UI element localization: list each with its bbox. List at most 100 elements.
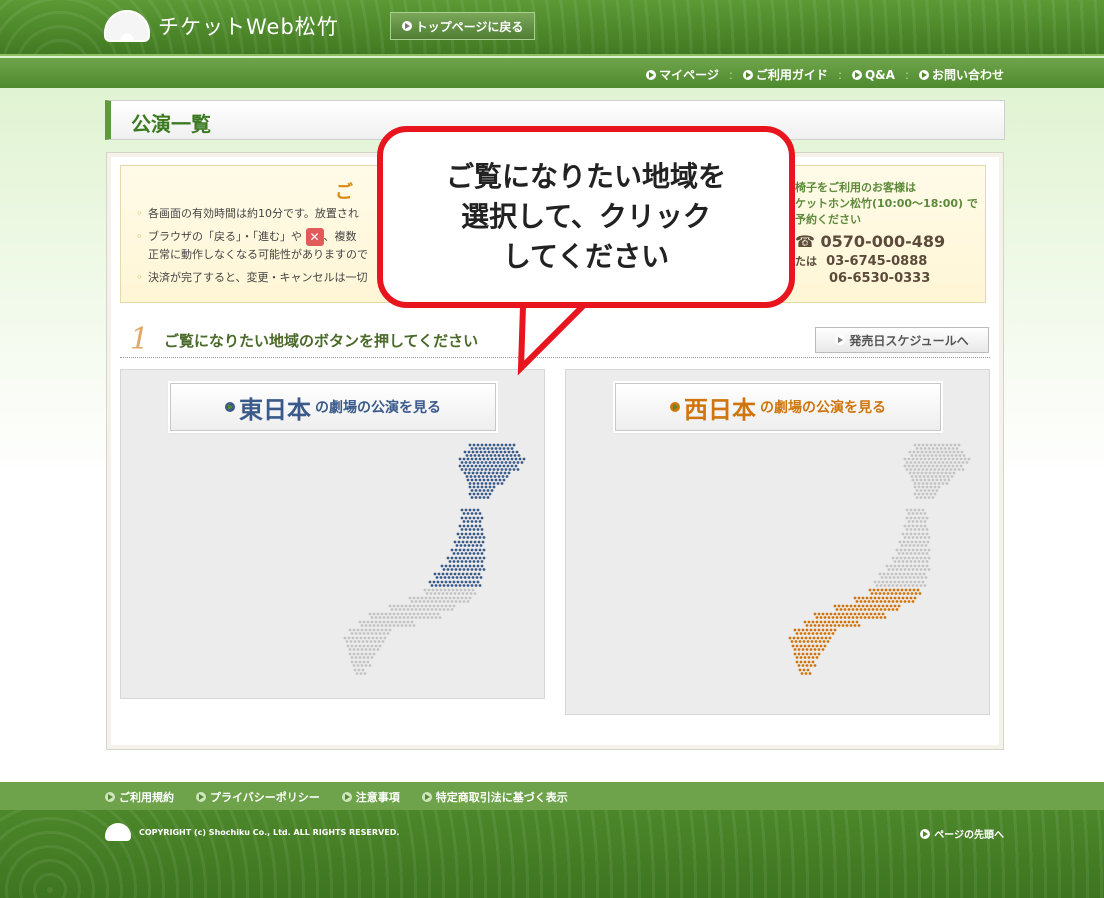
map-dot <box>898 592 902 595</box>
nav-guide[interactable]: ご利用ガイド <box>742 66 828 83</box>
map-dot <box>901 580 905 584</box>
map-dot <box>911 584 915 587</box>
map-dot <box>392 612 396 616</box>
map-dot <box>468 516 472 520</box>
map-dot <box>801 628 805 632</box>
map-dot <box>472 564 476 568</box>
map-dot <box>370 656 374 659</box>
map-dot <box>915 489 919 492</box>
map-dot <box>480 468 484 471</box>
map-dot <box>494 457 498 461</box>
map-dot <box>468 443 472 447</box>
map-dot <box>497 454 501 457</box>
map-dot <box>815 656 819 659</box>
map-dot <box>897 596 901 600</box>
footer-link-privacy[interactable]: プライバシーポリシー <box>196 789 320 805</box>
map-dot <box>468 532 472 536</box>
map-dot <box>445 592 449 595</box>
map-dot <box>478 584 482 587</box>
map-dot <box>432 604 436 608</box>
map-dot <box>486 478 490 482</box>
map-dot <box>802 668 806 672</box>
map-dot <box>813 624 817 627</box>
map-dot <box>835 616 839 619</box>
map-dot <box>927 536 931 539</box>
map-dot <box>903 556 907 560</box>
map-dot <box>905 580 909 584</box>
map-dot <box>490 489 494 492</box>
west-japan-map[interactable] <box>775 440 985 690</box>
map-dot <box>792 636 796 640</box>
east-japan-button[interactable]: 東日本 の劇場の公演を見る <box>170 383 496 431</box>
map-dot <box>917 580 921 584</box>
map-dot <box>889 596 893 600</box>
map-dot <box>921 482 925 485</box>
map-dot <box>392 624 396 627</box>
map-dot <box>503 471 507 475</box>
map-dot <box>928 471 932 475</box>
map-dot <box>404 624 408 627</box>
nav-contact[interactable]: お問い合わせ <box>918 66 1004 83</box>
map-dot <box>394 608 398 611</box>
map-dot <box>948 471 952 475</box>
nav-mypage[interactable]: マイページ <box>646 66 719 83</box>
map-dot <box>432 596 436 600</box>
page-top-link[interactable]: ページの先頭へ <box>920 826 1004 841</box>
map-dot <box>462 600 466 603</box>
back-to-top-page-button[interactable]: トップページに戻る <box>390 12 535 40</box>
map-dot <box>480 532 484 536</box>
map-dot <box>489 475 493 478</box>
nav-qa[interactable]: Q&A <box>851 66 895 83</box>
map-dot <box>496 443 500 447</box>
map-dot <box>921 461 925 464</box>
map-dot <box>921 516 925 520</box>
map-dot <box>881 612 885 616</box>
map-dot <box>469 592 473 595</box>
map-dot <box>374 616 378 619</box>
map-dot <box>847 616 851 619</box>
map-dot <box>809 652 813 656</box>
footer-link-commerce-law[interactable]: 特定商取引法に基づく表示 <box>421 789 568 805</box>
map-dot <box>837 612 841 616</box>
release-schedule-button[interactable]: 発売日スケジュールへ <box>815 327 989 353</box>
map-dot <box>472 532 476 536</box>
west-japan-button[interactable]: 西日本 の劇場の公演を見る <box>615 383 941 431</box>
map-dot <box>923 584 927 587</box>
map-dot <box>933 482 937 485</box>
map-dot <box>492 461 496 464</box>
map-dot <box>823 616 827 619</box>
map-dot <box>398 608 402 611</box>
site-logo[interactable]: チケットWeb松竹 <box>104 10 339 42</box>
map-dot <box>380 624 384 627</box>
map-dot <box>486 464 490 468</box>
east-japan-map[interactable] <box>330 440 540 690</box>
map-dot <box>861 612 865 616</box>
map-dot <box>903 584 907 587</box>
map-dot <box>475 576 479 579</box>
map-dot <box>914 592 918 595</box>
map-dot <box>917 528 921 531</box>
map-dot <box>512 443 516 447</box>
map-dot <box>890 592 894 595</box>
map-dot <box>372 628 376 632</box>
map-dot <box>472 580 476 584</box>
map-dot <box>805 664 809 667</box>
map-dot <box>827 632 831 635</box>
map-dot <box>396 604 400 608</box>
map-dot <box>923 512 927 515</box>
map-dot <box>917 532 921 536</box>
map-dot <box>470 512 474 515</box>
notice-item-text: 正常に動作しなくなる可能性がありますので <box>148 248 368 261</box>
map-dot <box>499 471 503 475</box>
footer-link-terms[interactable]: ご利用規約 <box>105 789 174 805</box>
map-dot <box>408 612 412 616</box>
map-dot <box>811 644 815 648</box>
map-dot <box>420 596 424 600</box>
map-dot <box>815 616 819 619</box>
footer-link-notes[interactable]: 注意事項 <box>341 789 400 805</box>
map-dot <box>406 620 410 624</box>
map-dot <box>861 596 865 600</box>
map-dot <box>841 612 845 616</box>
map-dot <box>942 454 946 457</box>
map-dot <box>931 457 935 461</box>
